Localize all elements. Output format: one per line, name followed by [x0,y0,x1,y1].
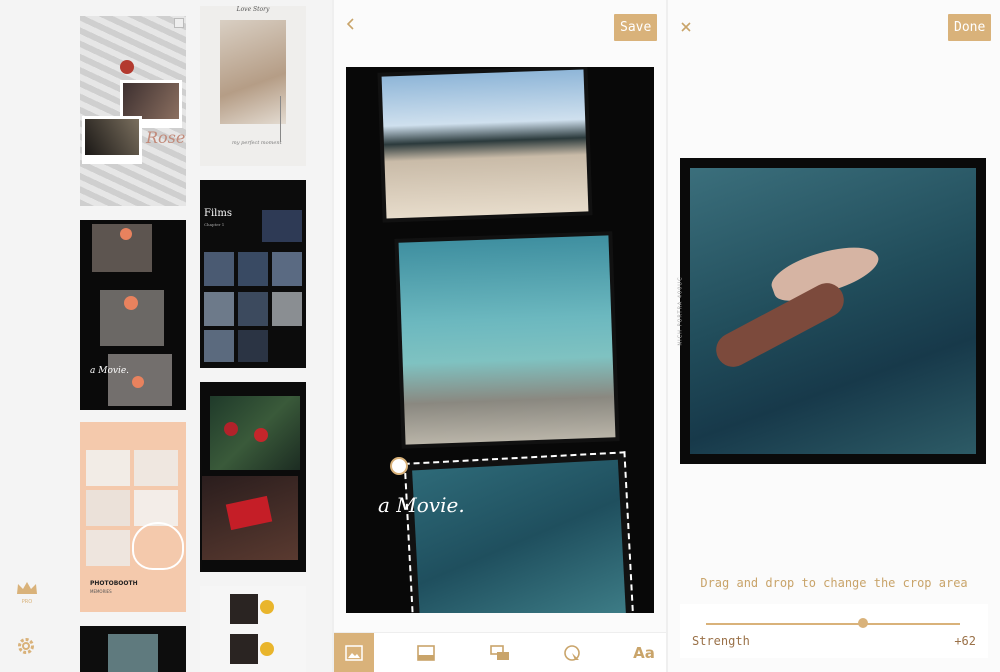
editor-panel: Save a Movie. Aa [334,0,666,672]
frame-icon [417,645,435,661]
tab-layout[interactable] [480,633,520,672]
film-canvas[interactable]: a Movie. [346,67,654,613]
film-frame-beach[interactable] [377,67,593,223]
close-icon [681,22,691,32]
rose-flower-icon [120,60,134,74]
flower-icon [132,376,144,388]
template-subtitle: MEMORIES [90,589,112,594]
template-rose[interactable]: Rose [80,16,186,206]
editor-toolbar: Aa [334,632,666,672]
chevron-left-icon [346,18,354,30]
save-button[interactable]: Save [614,14,658,41]
text-icon: Aa [633,644,655,662]
template-photobooth[interactable]: PHOTOBOOTH MEMORIES [80,422,186,612]
template-title: Rose [146,128,186,147]
layout-icon [490,645,509,660]
tab-image[interactable] [334,633,374,672]
hands-photo [220,20,286,124]
crop-photo[interactable] [690,168,976,454]
template-christmas[interactable] [200,382,306,572]
flower-icon [124,296,138,310]
strength-control: Strength +62 [680,604,988,658]
template-gallery-panel: Rose Love Story my perfect moment a Movi… [0,0,332,672]
strength-track[interactable] [706,623,960,625]
template-love-story[interactable]: Love Story my perfect moment [200,6,306,166]
filter-icon [564,645,580,661]
template-title: Films [204,208,232,219]
sunflower-icon [260,600,274,614]
image-icon [345,645,363,661]
rotate-handle[interactable] [390,457,408,475]
strength-value: +62 [954,634,976,648]
template-title: PHOTOBOOTH [90,580,138,587]
tab-filter[interactable] [552,633,592,672]
template-subtitle: Chapter 1 [204,222,225,227]
ornament-icon [254,428,268,442]
crop-hint: Drag and drop to change the crop area [700,576,968,590]
done-button[interactable]: Done [948,14,992,41]
template-partial-1[interactable] [80,626,186,672]
strength-label: Strength [692,634,750,648]
template-films[interactable]: Films Chapter 1 [200,180,306,368]
sunflower-icon [260,642,274,656]
back-button[interactable] [344,16,364,36]
gear-icon [18,638,34,654]
pro-button[interactable]: PRO [14,580,40,605]
crown-badge-icon [174,18,184,28]
template-caption: my perfect moment [232,140,282,146]
flower-icon [120,228,132,240]
settings-button[interactable] [16,636,38,658]
tab-text[interactable]: Aa [624,633,664,672]
template-title: Love Story [236,6,270,13]
template-partial-2[interactable] [200,586,306,672]
ornament-icon [224,422,238,436]
film-label: NICH PORTRA 400UC [677,276,684,346]
tab-frame[interactable] [406,633,446,672]
template-title: a Movie. [90,366,130,376]
crown-icon [17,582,37,594]
close-button[interactable] [680,18,696,34]
film-frame-sea[interactable] [394,231,620,449]
tulip-sketch-icon [280,96,294,142]
polaroid-photo [82,116,142,164]
crop-frame[interactable]: NICH PORTRA 400UC [677,158,986,464]
film-frame-hand[interactable] [403,451,635,613]
strength-thumb[interactable] [858,618,869,628]
crop-panel: Done NICH PORTRA 400UC Drag and drop to … [668,0,1000,672]
overlay-text[interactable]: a Movie. [378,493,465,517]
template-a-movie[interactable]: a Movie. [80,220,186,410]
heart-frame-icon [132,522,184,570]
pro-label: PRO [21,599,33,605]
